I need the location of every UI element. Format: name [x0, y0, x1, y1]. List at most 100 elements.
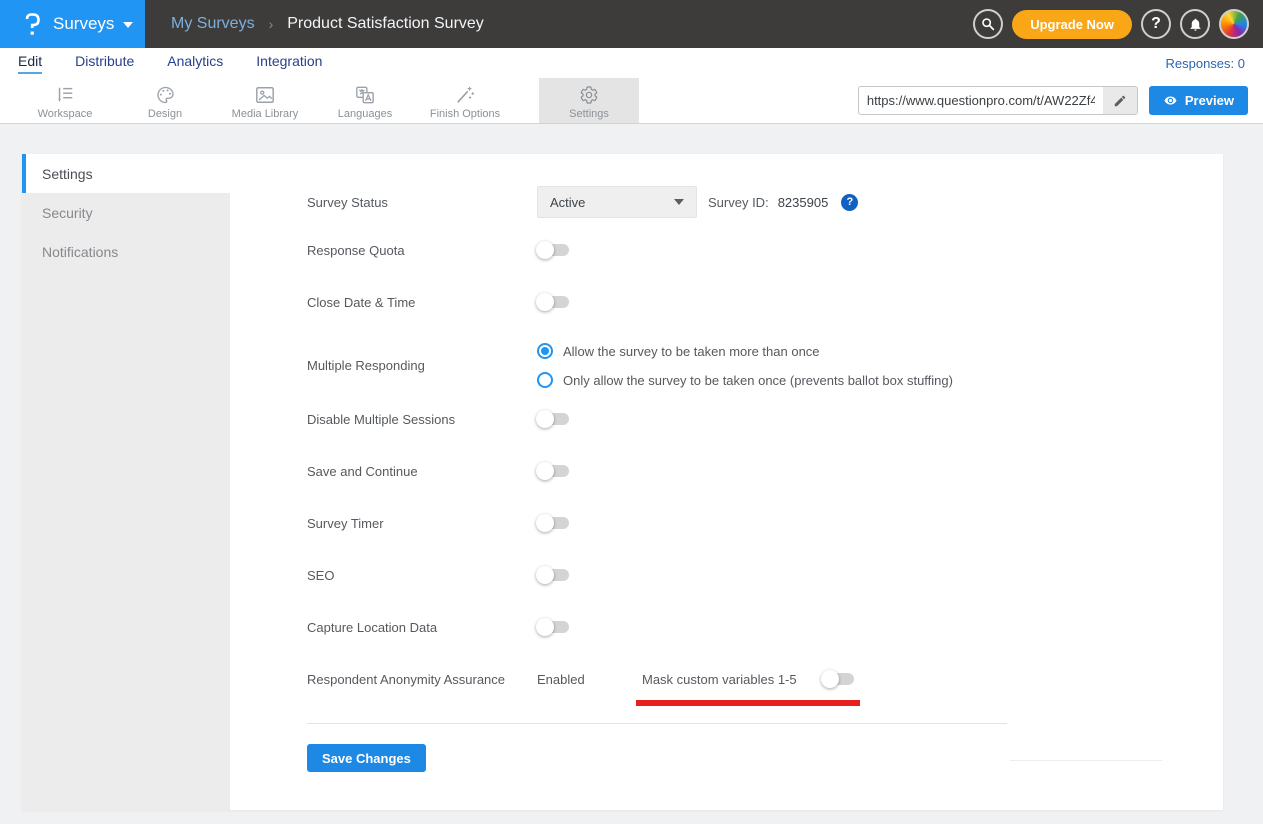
- toggle-knob: [821, 670, 839, 688]
- tab-integration[interactable]: Integration: [256, 53, 322, 74]
- radio-option-allow-multiple[interactable]: Allow the survey to be taken more than o…: [537, 343, 953, 359]
- row-respondent-anonymity: Respondent Anonymity Assurance Enabled M…: [307, 668, 1223, 690]
- row-disable-multiple-sessions: Disable Multiple Sessions: [307, 408, 1223, 430]
- response-quota-label: Response Quota: [307, 243, 537, 258]
- toggle-knob: [536, 293, 554, 311]
- radio-selected-icon: [537, 343, 553, 359]
- row-capture-location-data: Capture Location Data: [307, 616, 1223, 638]
- breadcrumb-separator: ›: [269, 16, 274, 32]
- response-quota-toggle[interactable]: [539, 244, 569, 256]
- toolbar-item-languages[interactable]: Languages: [315, 78, 415, 123]
- questionpro-logo-icon: [19, 10, 45, 38]
- breadcrumb: My Surveys › Product Satisfaction Survey: [171, 15, 484, 33]
- primary-nav: Edit Distribute Analytics Integration Re…: [0, 48, 1263, 78]
- survey-timer-toggle[interactable]: [539, 517, 569, 529]
- bell-icon: [1188, 17, 1203, 32]
- survey-timer-label: Survey Timer: [307, 516, 537, 531]
- topbar-actions: Upgrade Now ?: [973, 9, 1263, 39]
- anonymity-status: Enabled: [537, 672, 642, 687]
- user-avatar[interactable]: [1219, 9, 1249, 39]
- product-switcher[interactable]: Surveys: [0, 0, 145, 48]
- toggle-knob: [536, 618, 554, 636]
- radio-option-only-once[interactable]: Only allow the survey to be taken once (…: [537, 372, 953, 388]
- magic-wand-icon: [454, 85, 476, 105]
- seo-toggle[interactable]: [539, 569, 569, 581]
- survey-url-box: [858, 86, 1138, 115]
- toggle-knob: [536, 514, 554, 532]
- row-survey-timer: Survey Timer: [307, 512, 1223, 534]
- toolbar-item-workspace[interactable]: Workspace: [15, 78, 115, 123]
- questionpro-app: Surveys My Surveys › Product Satisfactio…: [0, 0, 1263, 824]
- row-seo: SEO: [307, 564, 1223, 586]
- notifications-button[interactable]: [1180, 9, 1210, 39]
- tab-analytics[interactable]: Analytics: [167, 53, 223, 74]
- breadcrumb-my-surveys[interactable]: My Surveys: [171, 15, 255, 33]
- toolbar-item-design[interactable]: Design: [115, 78, 215, 123]
- toolbar-item-settings[interactable]: Settings: [539, 78, 639, 123]
- save-and-continue-label: Save and Continue: [307, 464, 537, 479]
- settings-sidebar: Settings Security Notifications: [22, 154, 230, 810]
- radio-unselected-icon: [537, 372, 553, 388]
- toolbar-item-media-library[interactable]: Media Library: [215, 78, 315, 123]
- sidebar-item-notifications[interactable]: Notifications: [22, 232, 230, 271]
- toggle-knob: [536, 410, 554, 428]
- survey-status-label: Survey Status: [307, 195, 537, 210]
- row-close-date-time: Close Date & Time: [307, 291, 1223, 313]
- edit-url-button[interactable]: [1103, 87, 1137, 114]
- sidebar-item-label: Notifications: [42, 244, 118, 260]
- toggle-knob: [536, 462, 554, 480]
- radio-option-label: Only allow the survey to be taken once (…: [563, 373, 953, 388]
- gear-icon: [579, 85, 599, 105]
- mask-custom-variables-toggle[interactable]: [824, 673, 854, 685]
- eye-icon: [1163, 94, 1178, 107]
- settings-card: Settings Security Notifications Survey S…: [22, 154, 1223, 810]
- product-name: Surveys: [53, 14, 114, 34]
- search-button[interactable]: [973, 9, 1003, 39]
- translate-icon: [354, 85, 376, 105]
- toolbar-right: Preview: [858, 78, 1263, 123]
- close-date-time-toggle[interactable]: [539, 296, 569, 308]
- breadcrumb-current-survey: Product Satisfaction Survey: [287, 15, 484, 33]
- topbar: Surveys My Surveys › Product Satisfactio…: [0, 0, 1263, 48]
- responses-count[interactable]: Responses: 0: [1166, 56, 1246, 71]
- preview-label: Preview: [1185, 93, 1234, 108]
- row-response-quota: Response Quota: [307, 239, 1223, 261]
- survey-id-label: Survey ID:: [708, 195, 769, 210]
- toolbar-label-languages: Media Library: [232, 108, 299, 120]
- toolbar-items: Workspace Design Media Library: [0, 78, 639, 123]
- panel-hairline: [1010, 760, 1162, 761]
- survey-status-dropdown[interactable]: Active: [537, 186, 697, 218]
- survey-id-block: Survey ID: 8235905 ?: [708, 194, 858, 211]
- radio-option-label: Allow the survey to be taken more than o…: [563, 344, 820, 359]
- preview-button[interactable]: Preview: [1149, 86, 1248, 115]
- save-and-continue-toggle[interactable]: [539, 465, 569, 477]
- save-changes-button[interactable]: Save Changes: [307, 744, 426, 772]
- disable-multiple-sessions-toggle[interactable]: [539, 413, 569, 425]
- seo-label: SEO: [307, 568, 537, 583]
- tab-edit[interactable]: Edit: [18, 53, 42, 74]
- image-icon: [254, 85, 276, 105]
- sidebar-item-label: Settings: [42, 166, 93, 182]
- toggle-knob: [536, 566, 554, 584]
- survey-id-help-icon[interactable]: ?: [841, 194, 858, 211]
- chevron-down-icon: [123, 22, 133, 28]
- toolbar-label-design: Design: [148, 108, 182, 120]
- search-icon: [980, 16, 996, 32]
- sidebar-item-security[interactable]: Security: [22, 193, 230, 232]
- mask-custom-variables-label: Mask custom variables 1-5: [642, 672, 797, 687]
- toolbar-label-settings: Settings: [569, 108, 609, 120]
- help-button[interactable]: ?: [1141, 9, 1171, 39]
- disable-multiple-sessions-label: Disable Multiple Sessions: [307, 412, 537, 427]
- pencil-icon: [1113, 94, 1127, 108]
- workspace-icon: [54, 85, 76, 105]
- survey-url-input[interactable]: [859, 93, 1103, 108]
- capture-location-data-toggle[interactable]: [539, 621, 569, 633]
- row-survey-status: Survey Status Active Survey ID: 8235905 …: [307, 186, 1223, 218]
- mask-custom-variables-group: Mask custom variables 1-5: [642, 672, 854, 687]
- upgrade-now-button[interactable]: Upgrade Now: [1012, 10, 1132, 39]
- tab-distribute[interactable]: Distribute: [75, 53, 134, 74]
- survey-status-value: Active: [550, 195, 585, 210]
- sidebar-item-settings[interactable]: Settings: [22, 154, 230, 193]
- close-date-time-label: Close Date & Time: [307, 295, 537, 310]
- toolbar-item-finish-options[interactable]: Finish Options: [415, 78, 515, 123]
